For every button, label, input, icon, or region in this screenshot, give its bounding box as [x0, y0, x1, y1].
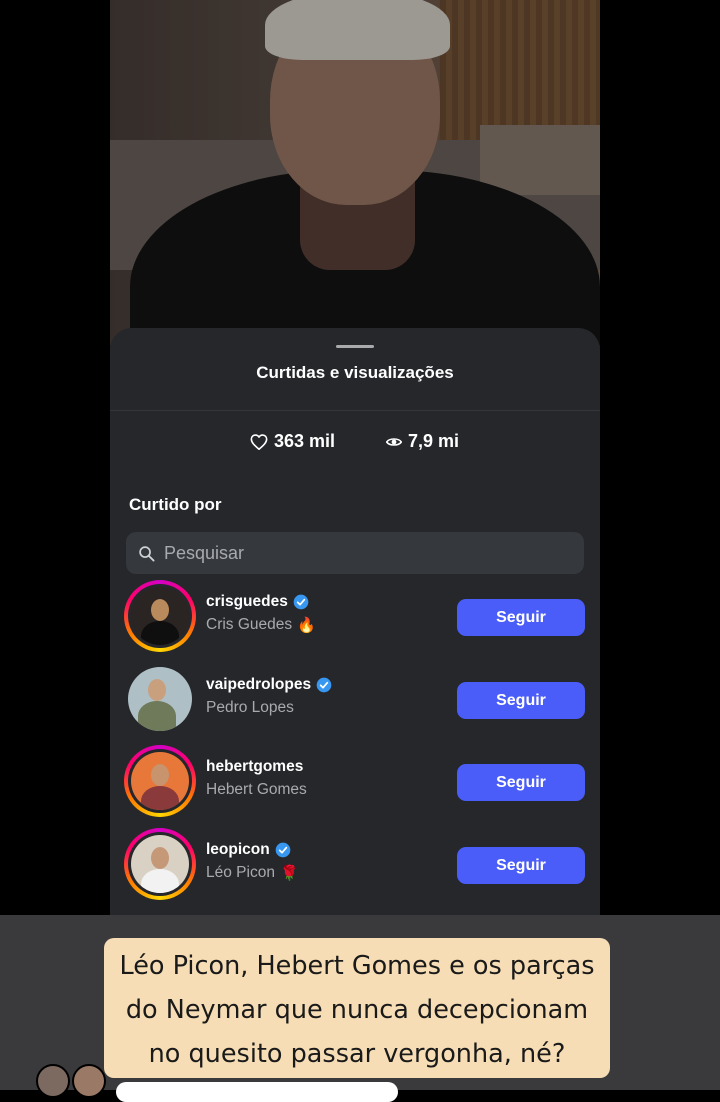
- verified-icon: [316, 677, 332, 693]
- caption-line: no quesito passar vergonha, né?: [148, 1039, 566, 1069]
- search-input[interactable]: [164, 542, 544, 564]
- story-caption: Léo Picon, Hebert Gomes e os parças do N…: [104, 938, 610, 1078]
- stats-row: 363 mil 7,9 mi: [110, 431, 600, 457]
- username[interactable]: leopicon: [206, 841, 291, 859]
- username[interactable]: crisguedes: [206, 593, 309, 611]
- username-text[interactable]: crisguedes: [206, 593, 288, 611]
- username[interactable]: hebertgomes: [206, 758, 303, 776]
- rose-emoji: 🌹: [279, 865, 299, 882]
- likes-views-sheet: Curtidas e visualizações 363 mil 7,9 mi …: [110, 328, 600, 915]
- drag-handle[interactable]: [336, 345, 374, 348]
- full-name-text: Léo Picon: [206, 864, 275, 881]
- caption-line: Léo Picon, Hebert Gomes e os parças: [119, 951, 595, 981]
- avatar[interactable]: [124, 580, 196, 652]
- search-icon: [139, 545, 155, 562]
- full-name: Pedro Lopes: [206, 699, 294, 717]
- divider: [110, 410, 600, 411]
- follow-button[interactable]: Seguir: [457, 682, 585, 719]
- follow-button[interactable]: Seguir: [457, 764, 585, 801]
- username[interactable]: vaipedrolopes: [206, 676, 332, 694]
- avatar[interactable]: [72, 1064, 106, 1098]
- list-item[interactable]: crisguedes Cris Guedes 🔥 Seguir: [110, 580, 600, 656]
- full-name-text: Hebert Gomes: [206, 781, 307, 798]
- list-item[interactable]: hebertgomes Hebert Gomes Seguir: [110, 745, 600, 821]
- search-box[interactable]: [126, 532, 584, 574]
- sheet-title: Curtidas e visualizações: [256, 363, 454, 382]
- liked-by-heading: Curtido por: [129, 495, 222, 514]
- screenshot-phone: Curtidas e visualizações 363 mil 7,9 mi …: [110, 0, 600, 915]
- eye-icon: [386, 437, 402, 446]
- full-name: Léo Picon 🌹: [206, 864, 299, 882]
- list-item[interactable]: vaipedrolopes Pedro Lopes Seguir: [110, 663, 600, 739]
- username-text[interactable]: hebertgomes: [206, 758, 303, 776]
- avatar[interactable]: [124, 745, 196, 817]
- avatar[interactable]: [124, 663, 196, 735]
- heart-icon: [250, 433, 268, 450]
- verified-icon: [275, 842, 291, 858]
- avatar[interactable]: [36, 1064, 70, 1098]
- caption-line: do Neymar que nunca decepcionam: [125, 995, 589, 1025]
- full-name-text: Pedro Lopes: [206, 699, 294, 716]
- views-stat: 7,9 mi: [386, 431, 459, 452]
- full-name: Hebert Gomes: [206, 781, 307, 799]
- views-count: 7,9 mi: [408, 431, 460, 451]
- list-item[interactable]: leopicon Léo Picon 🌹 Seguir: [110, 828, 600, 904]
- avatar[interactable]: [124, 828, 196, 900]
- follow-button[interactable]: Seguir: [457, 847, 585, 884]
- likes-stat: 363 mil: [250, 431, 335, 452]
- reply-input[interactable]: [116, 1082, 398, 1102]
- full-name-text: Cris Guedes: [206, 616, 293, 633]
- full-name: Cris Guedes 🔥: [206, 616, 316, 634]
- username-text[interactable]: leopicon: [206, 841, 270, 859]
- likes-count: 363 mil: [274, 431, 336, 451]
- fire-emoji: 🔥: [297, 617, 316, 634]
- verified-icon: [293, 594, 309, 610]
- follow-button[interactable]: Seguir: [457, 599, 585, 636]
- username-text[interactable]: vaipedrolopes: [206, 676, 311, 694]
- video-frame: [110, 0, 600, 345]
